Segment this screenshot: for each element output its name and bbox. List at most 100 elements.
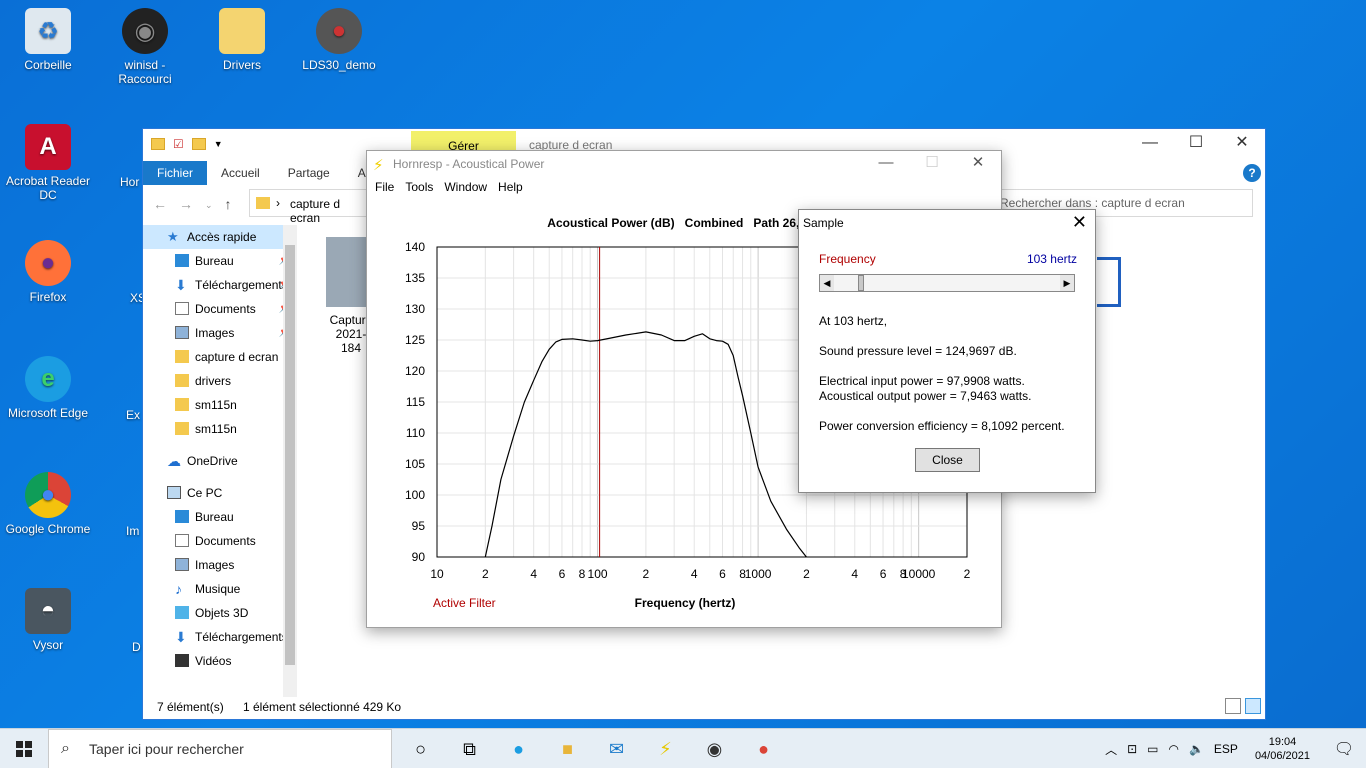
slider-left-arrow-icon[interactable]: ◀ [820,275,834,291]
nav-item-ce-pc[interactable]: Ce PC [143,481,297,505]
details-view-button[interactable] [1225,698,1241,714]
nav-item-sm115n[interactable]: sm115n [143,393,297,417]
desktop-icon-edge[interactable]: e Microsoft Edge [3,356,93,420]
chevron-down-icon[interactable]: ▼ [214,139,223,149]
nav-item-objets-3d[interactable]: Objets 3D [143,601,297,625]
sample-title: Sample [803,216,844,230]
slider-right-arrow-icon[interactable]: ▶ [1060,275,1074,291]
address-bar[interactable]: › capture d ecran [249,189,367,225]
close-button[interactable]: ✕ [1219,129,1265,159]
slider-handle[interactable] [858,275,864,291]
language-indicator[interactable]: ESP [1209,742,1243,756]
desktop-icon-winisd[interactable]: ◉ winisd - Raccourci [100,8,190,86]
menu-file[interactable]: File [371,177,401,197]
up-arrow-icon[interactable]: ↑ [225,196,232,214]
close-button[interactable]: ✕ [955,151,1001,177]
folder-icon [175,398,189,411]
folder-icon [256,197,270,209]
desktop-icon-acrobat[interactable]: A Acrobat Reader DC [3,124,93,202]
electrical-power-text: Electrical input power = 97,9908 watts. [819,374,1025,388]
large-icons-view-button[interactable] [1245,698,1261,714]
maximize-button[interactable]: ☐ [909,151,955,177]
nav-item-drivers[interactable]: drivers [143,369,297,393]
frequency-slider[interactable]: ◀ ▶ [819,274,1075,292]
nav-item-label: Documents [195,534,256,548]
nav-item-capture[interactable]: capture d ecran [143,345,297,369]
nav-item-label: OneDrive [187,454,238,468]
nav-item-musique[interactable]: ♪ Musique [143,577,297,601]
maximize-button[interactable]: ☐ [1173,129,1219,159]
x-tick-label: 4 [691,567,698,581]
menu-window[interactable]: Window [440,177,494,197]
close-button[interactable]: Close [915,448,980,472]
desktop-icon-label: Drivers [223,58,261,72]
help-icon[interactable]: ? [1243,164,1261,182]
nav-item-images[interactable]: Images📌 [143,321,297,345]
download-icon: ⬇ [175,277,187,293]
forward-arrow-icon[interactable]: → [179,196,193,214]
hornresp-taskbar-icon[interactable]: ⚡ [641,729,690,768]
nav-item-pc-images[interactable]: Images [143,553,297,577]
desktop-icon-firefox[interactable]: ● Firefox [3,240,93,304]
file-explorer-icon[interactable]: ■ [543,729,592,768]
nav-item-pc-telechargements[interactable]: ⬇ Téléchargements [143,625,297,649]
taskbar-apps: ○ ⧉ ● ■ ✉ ⚡ ◉ ● [396,729,788,768]
close-icon[interactable]: ✕ [1072,212,1087,233]
mail-icon[interactable]: ✉ [592,729,641,768]
efficiency-text: Power conversion efficiency = 8,1092 per… [819,419,1065,433]
partial-desktop-label[interactable]: Im [126,524,139,538]
nav-item-videos[interactable]: Vidéos [143,649,297,673]
nav-item-quick-access[interactable]: ★ Accès rapide [143,225,297,249]
nav-item-onedrive[interactable]: ☁ OneDrive [143,449,297,473]
nav-pane-scrollbar[interactable] [283,225,297,697]
firefox-icon: ● [25,240,71,286]
hornresp-titlebar: ⚡ Hornresp - Acoustical Power — ☐ ✕ [367,151,1001,177]
partial-desktop-label[interactable]: D [132,640,141,654]
menu-help[interactable]: Help [494,177,530,197]
desktop-icon-vysor[interactable]: ◓ Vysor [3,588,93,652]
properties-icon[interactable]: ☑ [173,137,184,151]
chevron-up-icon[interactable]: ︿ [1100,741,1122,758]
new-folder-icon[interactable] [191,138,206,150]
back-arrow-icon[interactable]: ← [153,196,167,214]
partial-desktop-label[interactable]: Ex [126,408,140,422]
nav-item-documents[interactable]: Documents📌 [143,297,297,321]
partial-file-item[interactable] [1097,257,1121,307]
star-icon: ★ [167,229,179,244]
item-count: 7 élément(s) [157,700,224,714]
wifi-icon[interactable]: ◠ [1163,742,1183,756]
minimize-button[interactable]: — [863,151,909,177]
nav-item-pc-documents[interactable]: Documents [143,529,297,553]
clock[interactable]: 19:04 04/06/2021 [1243,735,1322,763]
scrollbar-thumb[interactable] [285,245,295,665]
nav-item-telechargements[interactable]: ⬇Téléchargements📌 [143,273,297,297]
task-view-icon[interactable]: ⧉ [445,729,494,768]
tab-accueil[interactable]: Accueil [207,161,274,185]
menu-tools[interactable]: Tools [401,177,440,197]
desktop-icon-chrome[interactable]: ● Google Chrome [3,472,93,536]
cortana-icon[interactable]: ○ [396,729,445,768]
nav-item-bureau[interactable]: Bureau📌 [143,249,297,273]
windows-logo-icon [16,741,32,757]
tab-fichier[interactable]: Fichier [143,161,208,185]
desktop-icon-lds30[interactable]: ● LDS30_demo [294,8,384,72]
x-tick-label: 6 [719,567,726,581]
notification-icon[interactable]: 🗨 [1322,739,1366,759]
taskbar-search-input[interactable]: ⌕ Taper ici pour rechercher [48,729,392,768]
battery-icon[interactable]: ▭ [1142,742,1163,756]
nav-item-label: Vidéos [195,654,232,668]
volume-icon[interactable]: 🔈 [1184,742,1209,756]
chrome-icon[interactable]: ● [739,729,788,768]
desktop-icon-drivers[interactable]: Drivers [197,8,287,72]
start-button[interactable] [0,729,48,768]
chevron-down-icon[interactable]: ⌄ [205,196,213,214]
desktop-icon-recycle-bin[interactable]: ♻ Corbeille [3,8,93,72]
minimize-button[interactable]: — [1127,129,1173,159]
network-adapter-icon[interactable]: ⊡ [1122,742,1142,756]
nav-item-sm115n-2[interactable]: sm115n [143,417,297,441]
partial-desktop-label[interactable]: Hor [120,175,139,189]
speaker-icon[interactable]: ◉ [690,729,739,768]
nav-item-pc-bureau[interactable]: Bureau [143,505,297,529]
edge-icon[interactable]: ● [494,729,543,768]
tab-partage[interactable]: Partage [274,161,344,185]
